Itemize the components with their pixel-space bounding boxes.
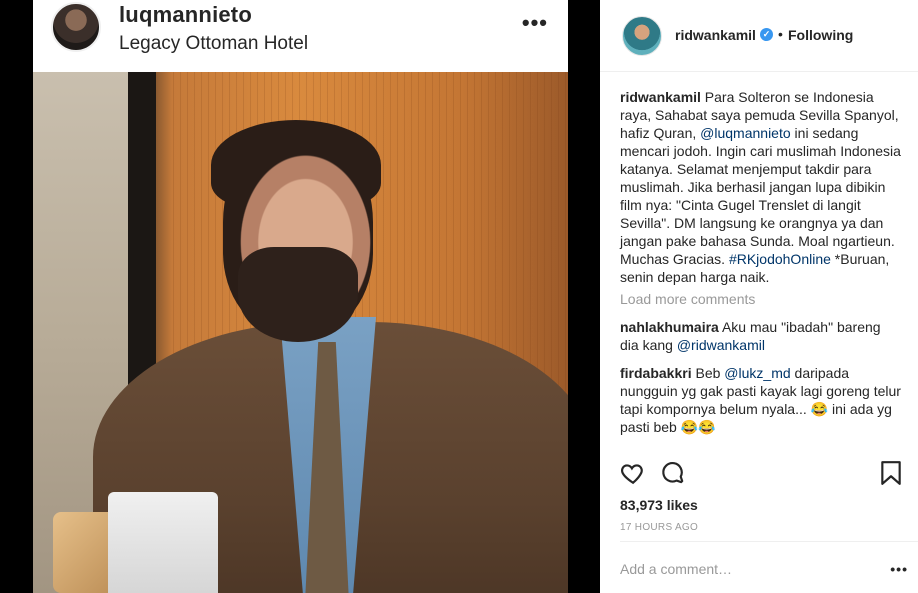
caption-text-2: ini sedang mencari jodoh. Ingin cari mus… bbox=[620, 125, 901, 267]
more-options-icon[interactable]: ••• bbox=[522, 10, 548, 36]
comment-username[interactable]: nahlakhumaira bbox=[620, 319, 719, 335]
heart-icon[interactable] bbox=[620, 460, 646, 486]
comment-icon[interactable] bbox=[660, 460, 686, 486]
comments-section: ridwankamil Para Solteron se Indonesia r… bbox=[620, 88, 902, 436]
likes-count[interactable]: 83,973 likes bbox=[620, 497, 698, 513]
repost-panel: ridwankamil ✓ • Following ridwankamil Pa… bbox=[600, 0, 918, 593]
original-username[interactable]: luqmannieto bbox=[119, 2, 252, 28]
caption: ridwankamil Para Solteron se Indonesia r… bbox=[620, 88, 902, 286]
photo-cup bbox=[108, 492, 218, 593]
comment-username[interactable]: firdabakkri bbox=[620, 365, 692, 381]
action-bar bbox=[620, 460, 902, 490]
repost-header: ridwankamil ✓ • Following bbox=[600, 0, 918, 72]
comment-text: Beb bbox=[691, 365, 725, 381]
original-post-header: luqmannieto Legacy Ottoman Hotel ••• bbox=[33, 0, 568, 70]
load-more-comments[interactable]: Load more comments bbox=[620, 290, 902, 308]
original-post: luqmannieto Legacy Ottoman Hotel ••• bbox=[33, 0, 568, 593]
add-comment-input[interactable]: Add a comment… bbox=[620, 561, 732, 577]
header-separator: • bbox=[778, 26, 783, 42]
repost-avatar[interactable] bbox=[622, 16, 662, 56]
comment-mention[interactable]: @ridwankamil bbox=[677, 337, 765, 353]
caption-mention[interactable]: @luqmannieto bbox=[700, 125, 791, 141]
more-options-icon[interactable]: ••• bbox=[890, 561, 908, 577]
original-avatar[interactable] bbox=[51, 2, 101, 52]
comment-divider bbox=[620, 541, 918, 542]
comment-mention[interactable]: @lukz_md bbox=[724, 365, 790, 381]
photo-beard bbox=[238, 247, 358, 342]
caption-hashtag[interactable]: #RKjodohOnline bbox=[729, 251, 831, 267]
following-button[interactable]: Following bbox=[788, 27, 853, 43]
original-location[interactable]: Legacy Ottoman Hotel bbox=[119, 33, 308, 55]
verified-icon: ✓ bbox=[760, 28, 773, 41]
post-timestamp[interactable]: 17 HOURS AGO bbox=[620, 522, 698, 533]
repost-username[interactable]: ridwankamil bbox=[675, 27, 756, 43]
comment-item: firdabakkri Beb @lukz_md daripada nunggu… bbox=[620, 364, 902, 436]
comment-item: nahlakhumaira Aku mau "ibadah" bareng di… bbox=[620, 318, 902, 354]
bookmark-icon[interactable] bbox=[880, 460, 902, 486]
post-photo[interactable] bbox=[33, 72, 568, 593]
caption-username[interactable]: ridwankamil bbox=[620, 89, 701, 105]
